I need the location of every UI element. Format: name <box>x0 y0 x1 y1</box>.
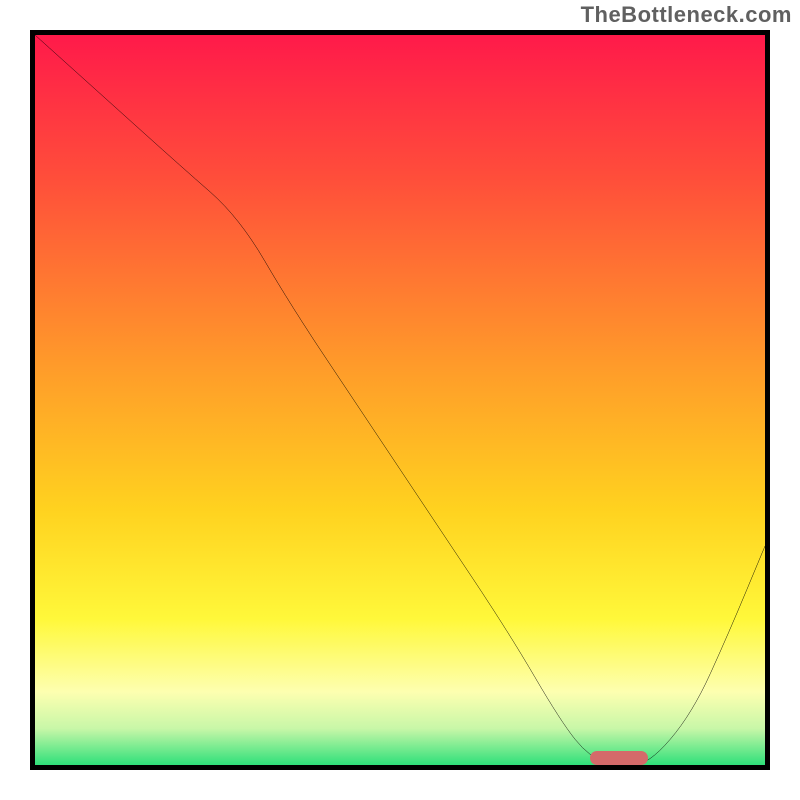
bottleneck-curve <box>35 35 765 765</box>
chart-container: TheBottleneck.com <box>0 0 800 800</box>
plot-frame <box>30 30 770 770</box>
optimal-range-marker <box>590 751 648 765</box>
watermark-text: TheBottleneck.com <box>581 2 792 28</box>
